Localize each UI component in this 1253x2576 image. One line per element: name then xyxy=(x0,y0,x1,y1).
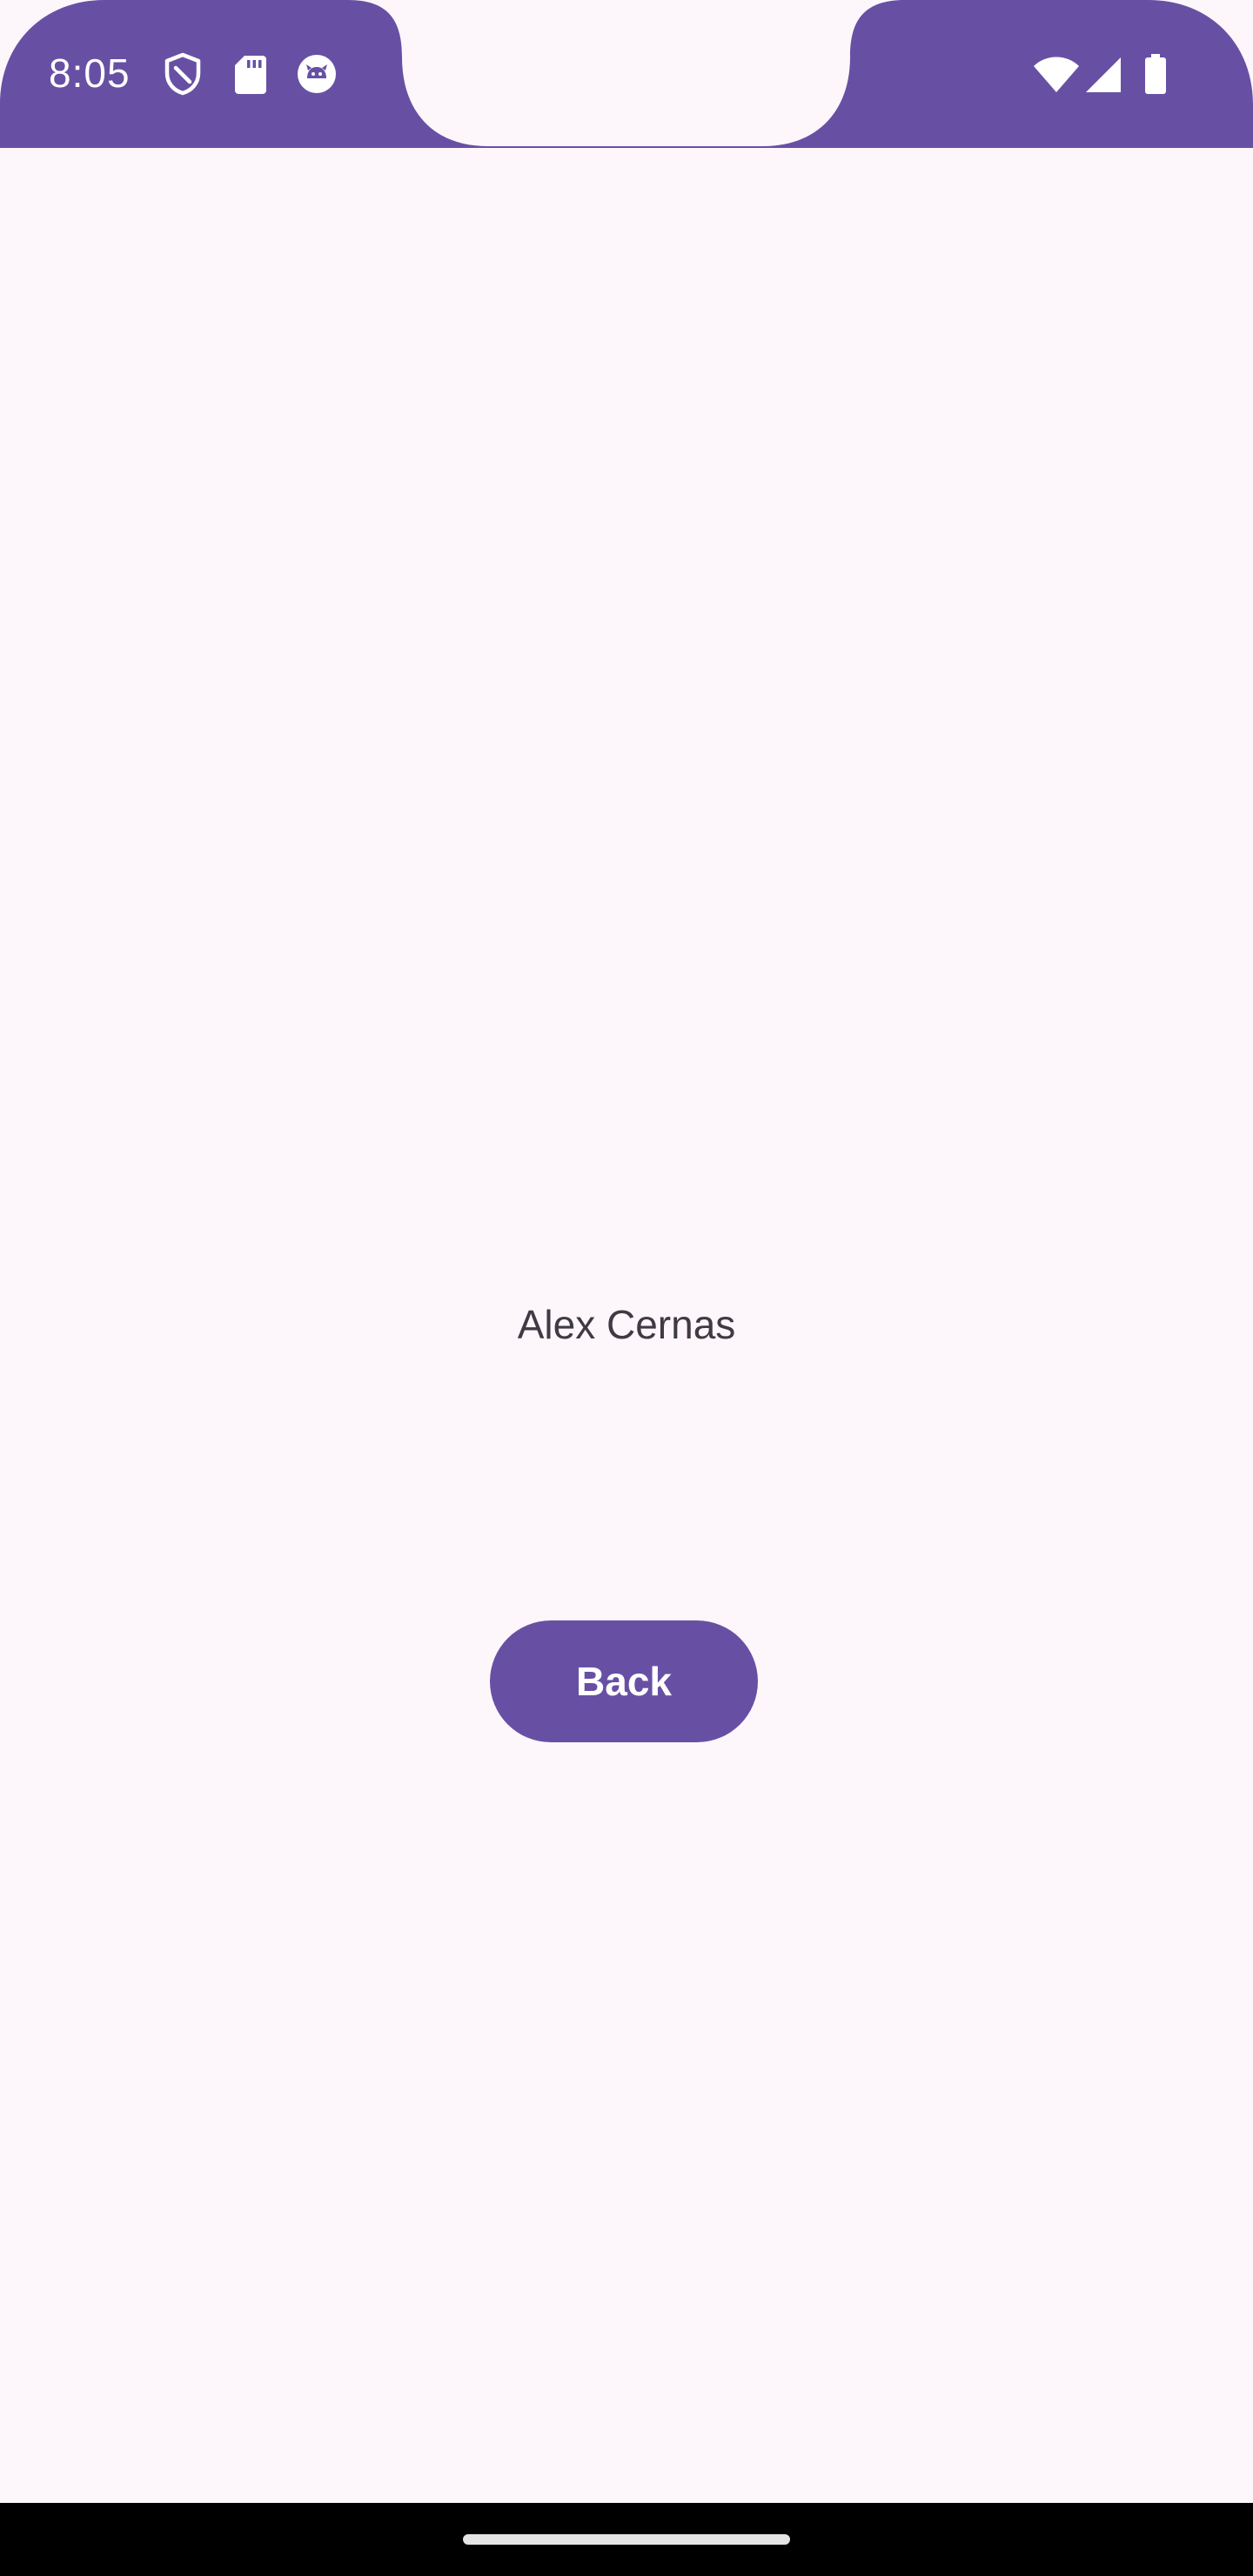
back-button[interactable]: Back xyxy=(490,1620,758,1742)
home-handle[interactable] xyxy=(463,2534,790,2545)
shield-icon xyxy=(162,52,204,96)
contact-name: Alex Cernas xyxy=(517,1302,736,1347)
cell-signal-icon xyxy=(1084,52,1122,96)
sd-card-icon xyxy=(230,52,271,96)
navigation-bar xyxy=(0,2503,1253,2576)
status-time: 8:05 xyxy=(49,50,131,96)
app-screen: 8:05 Alex Cernas Back xyxy=(0,0,1253,2576)
status-bar: 8:05 xyxy=(0,0,1253,148)
android-debug-icon xyxy=(296,52,338,96)
battery-icon xyxy=(1142,52,1169,96)
wifi-icon xyxy=(1032,52,1081,96)
